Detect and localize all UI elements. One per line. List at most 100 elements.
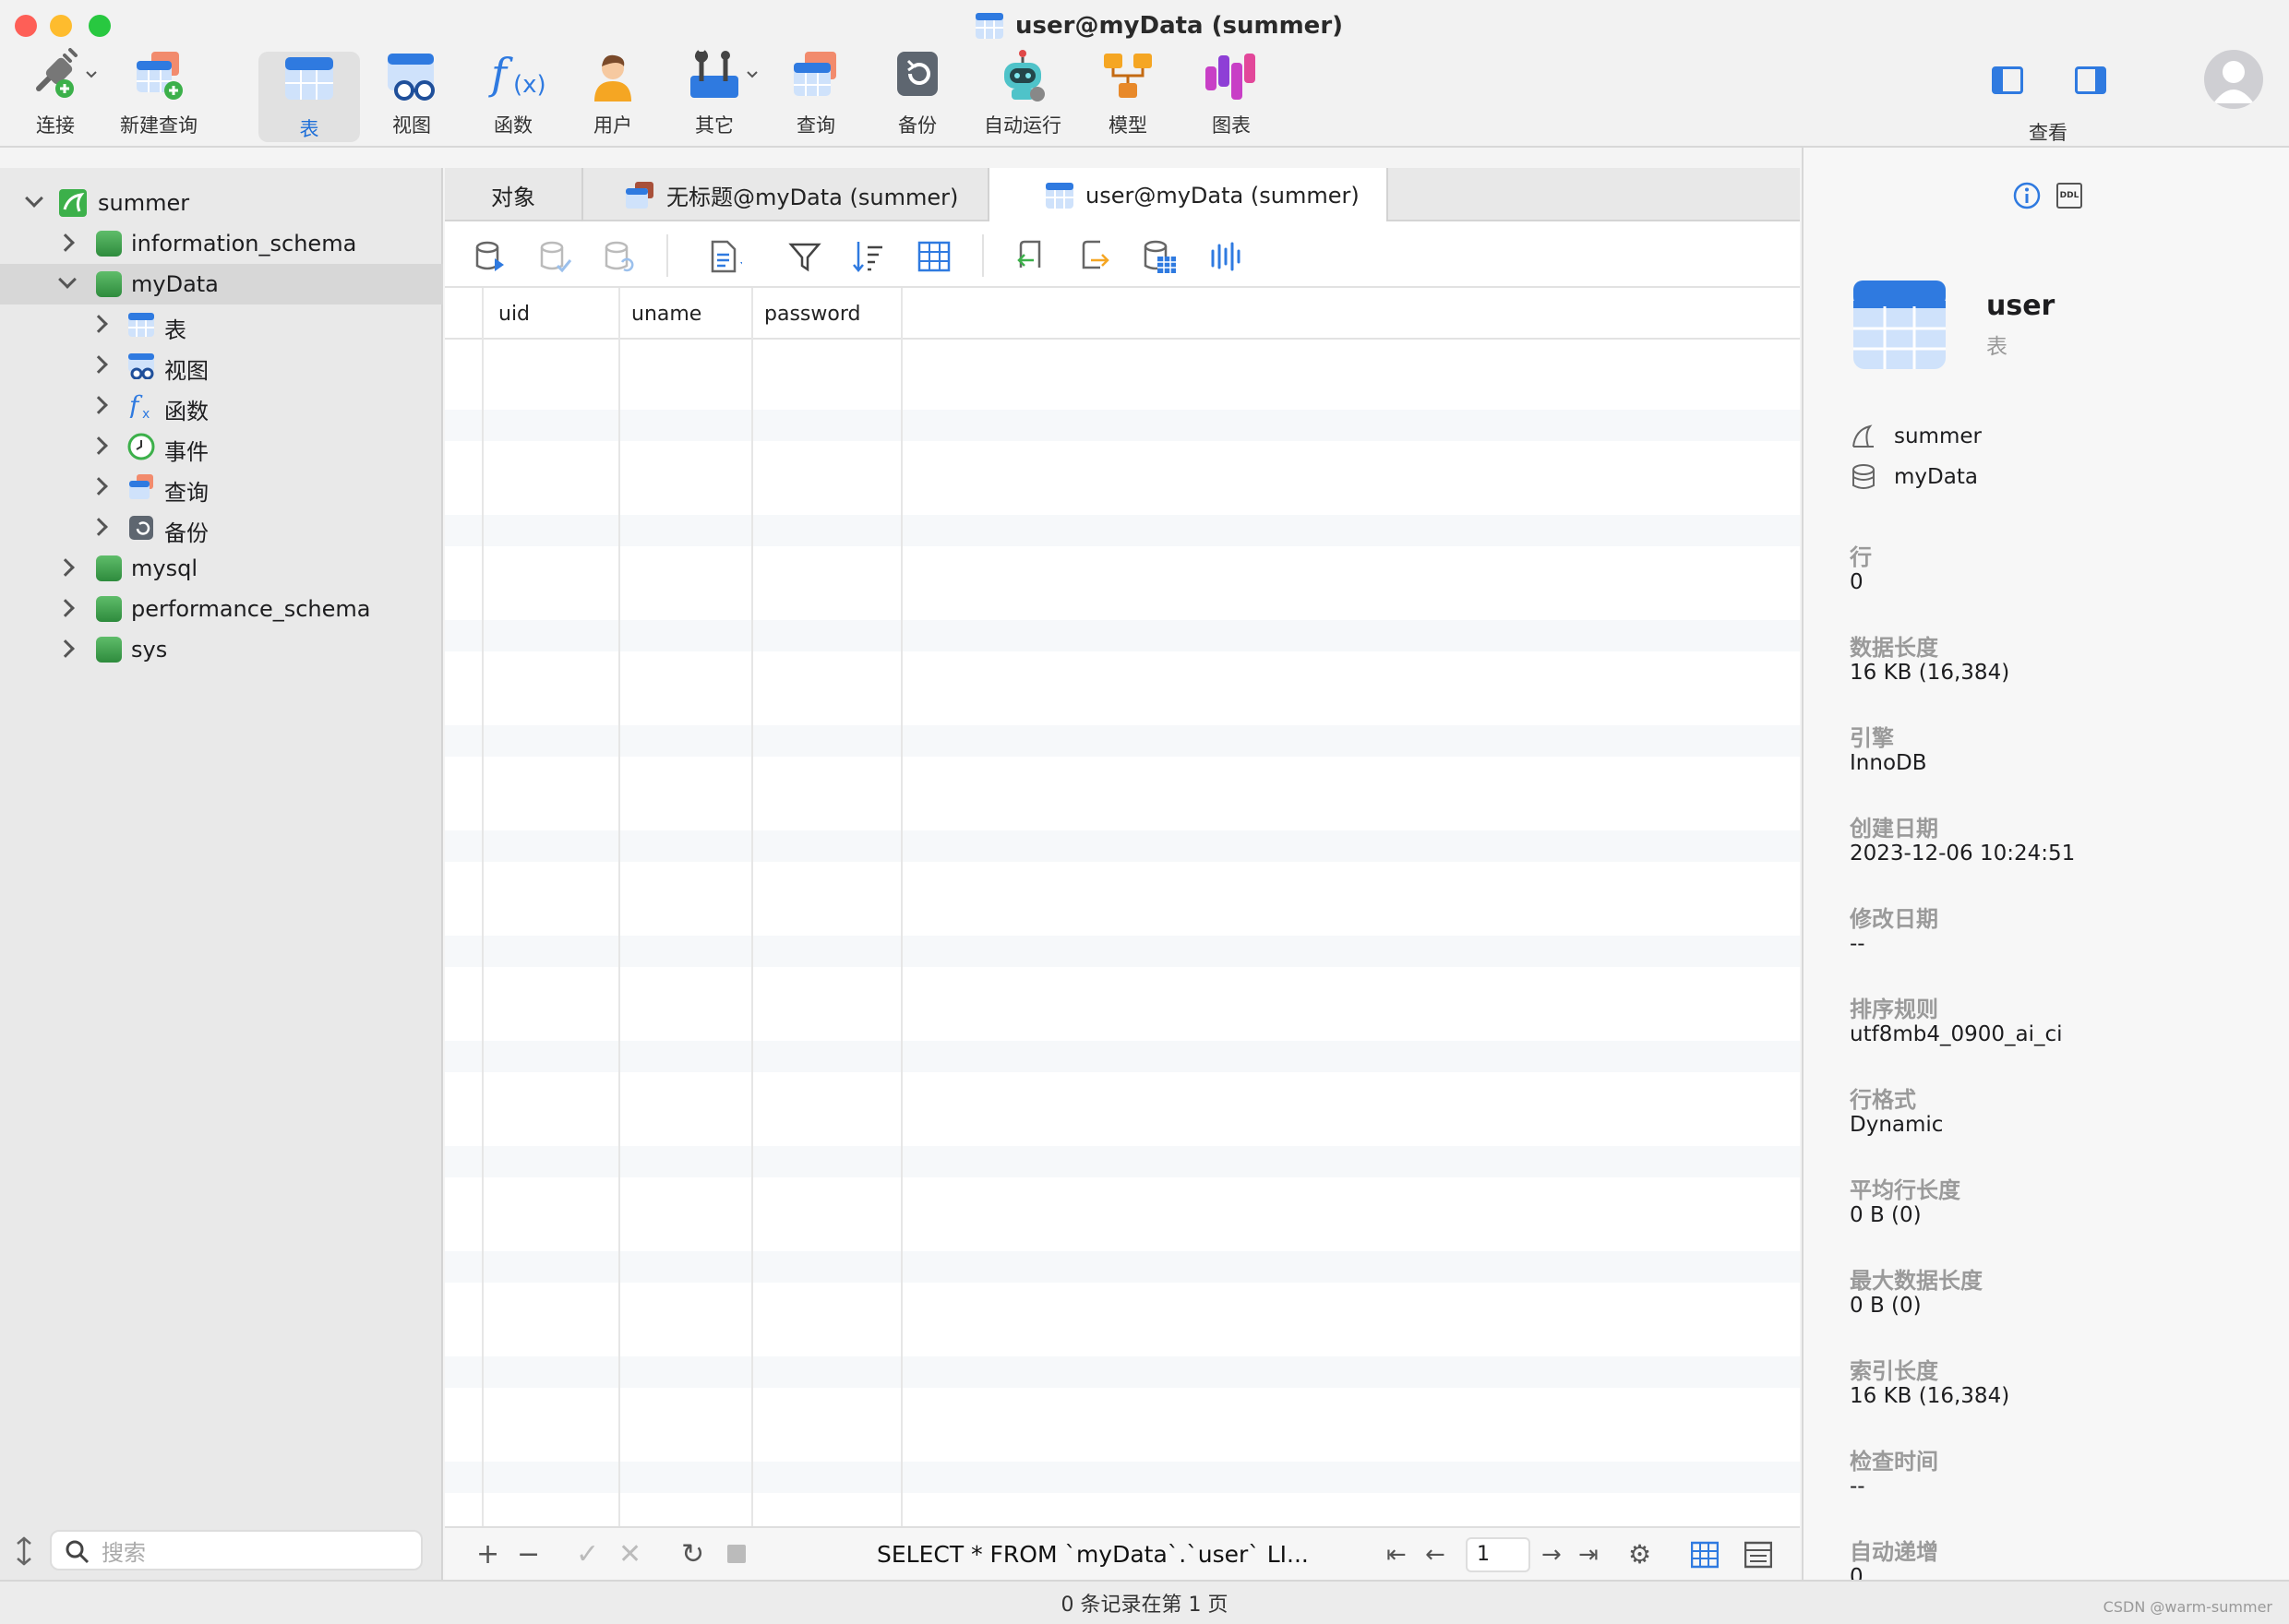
- import-icon[interactable]: [1013, 240, 1047, 273]
- chevron-right-icon[interactable]: [90, 477, 108, 496]
- stop-button[interactable]: [727, 1545, 746, 1563]
- form-view-icon[interactable]: [1744, 1541, 1772, 1569]
- ddl-icon[interactable]: DDL: [2056, 183, 2082, 209]
- chevron-right-icon[interactable]: [90, 355, 108, 374]
- avatar-person-icon: [2213, 61, 2254, 103]
- column-header-uid[interactable]: uid: [498, 288, 530, 340]
- info-avg-row-length-label: 平均行长度: [1850, 1177, 1960, 1203]
- chevron-right-icon[interactable]: [56, 233, 75, 252]
- avatar[interactable]: [2204, 50, 2263, 109]
- tree-item-queries[interactable]: 查询: [0, 467, 443, 508]
- tree-db-mysql[interactable]: mysql: [0, 548, 443, 589]
- sort-icon[interactable]: [851, 240, 884, 273]
- grid-view-icon[interactable]: [1691, 1541, 1719, 1569]
- toolbar-automation-button[interactable]: 自动运行: [977, 48, 1069, 144]
- zoom-window-button[interactable]: [89, 15, 111, 37]
- discard-changes-button[interactable]: ✕: [618, 1539, 641, 1570]
- tree-connection-summer[interactable]: summer: [0, 183, 443, 223]
- last-page-button[interactable]: ⇥: [1578, 1539, 1599, 1570]
- toggle-left-panel-icon[interactable]: [1992, 66, 2023, 94]
- table-icon: [128, 313, 154, 337]
- watermark: CSDN @warm-summer: [2103, 1598, 2272, 1616]
- row-stripe: [445, 1462, 1800, 1493]
- page-number-input[interactable]: 1: [1466, 1537, 1530, 1572]
- chart-waveform-icon[interactable]: [1209, 240, 1242, 273]
- tab-user-table[interactable]: user@myData (summer): [989, 168, 1388, 223]
- tree-db-sys[interactable]: sys: [0, 629, 443, 670]
- column-header-password[interactable]: password: [764, 288, 860, 340]
- tree-item-events[interactable]: 事件: [0, 426, 443, 467]
- tab-objects[interactable]: 对象: [445, 168, 583, 221]
- commit-icon[interactable]: [539, 240, 572, 273]
- gear-icon[interactable]: ⚙: [1628, 1539, 1651, 1570]
- column-divider: [618, 288, 620, 1526]
- info-connection: summer: [1894, 424, 1982, 448]
- object-type: 表: [1986, 335, 2007, 359]
- database-icon: [1852, 464, 1875, 489]
- begin-transaction-icon[interactable]: [474, 240, 508, 273]
- toolbar-function-button[interactable]: f (x) 函数: [467, 48, 559, 144]
- column-divider: [751, 288, 753, 1526]
- data-generator-icon[interactable]: [1143, 240, 1176, 273]
- tree-item-views[interactable]: 视图: [0, 345, 443, 386]
- tree-item-functions[interactable]: fx 函数: [0, 386, 443, 426]
- chevron-right-icon[interactable]: [56, 558, 75, 577]
- tree-db-mydata[interactable]: myData: [0, 264, 443, 304]
- grid-icon[interactable]: [917, 240, 951, 273]
- refresh-button[interactable]: ↻: [681, 1539, 704, 1570]
- toolbar-new-query-button[interactable]: 新建查询: [114, 48, 203, 144]
- first-page-button[interactable]: ⇤: [1386, 1539, 1407, 1570]
- info-icon[interactable]: [2012, 181, 2042, 210]
- toggle-right-panel-icon[interactable]: [2075, 66, 2106, 94]
- toolbar-model-button[interactable]: 模型: [1082, 48, 1174, 144]
- add-record-button[interactable]: +: [476, 1539, 499, 1570]
- chevron-down-icon[interactable]: [25, 189, 43, 208]
- tree-db-information-schema[interactable]: information_schema: [0, 223, 443, 264]
- view-label: 查看: [2029, 122, 2067, 144]
- row-stripe: [445, 830, 1800, 862]
- sql-preview[interactable]: SELECT * FROM `myData`.`user` LI...: [877, 1541, 1309, 1568]
- toolbar-other-button[interactable]: 其它: [668, 48, 761, 144]
- chevron-right-icon[interactable]: [56, 639, 75, 658]
- info-created-label: 创建日期: [1850, 816, 1938, 842]
- toolbar-user-button[interactable]: 用户: [567, 48, 659, 144]
- chevron-right-icon[interactable]: [56, 599, 75, 617]
- chevron-down-icon[interactable]: [58, 270, 77, 289]
- previous-page-button[interactable]: ←: [1425, 1539, 1445, 1570]
- filter-icon[interactable]: [788, 240, 821, 273]
- chevron-right-icon[interactable]: [90, 315, 108, 333]
- grid-bottom-bar: + − ✓ ✕ ↻ SELECT * FROM `myData`.`user` …: [445, 1526, 1800, 1580]
- database-icon: [96, 271, 122, 297]
- sidebar-search-input[interactable]: 搜索: [50, 1530, 423, 1570]
- delete-record-button[interactable]: −: [517, 1539, 540, 1570]
- info-created-value: 2023-12-06 10:24:51: [1850, 842, 2076, 866]
- tree-db-performance-schema[interactable]: performance_schema: [0, 589, 443, 629]
- apply-changes-button[interactable]: ✓: [576, 1539, 599, 1570]
- column-header-uname[interactable]: uname: [631, 288, 701, 340]
- row-stripe: [445, 1041, 1800, 1072]
- toolbar-chart-button[interactable]: 图表: [1185, 48, 1277, 144]
- toolbar-view-button[interactable]: 视图: [366, 48, 458, 144]
- toolbar-connect-button[interactable]: 连接: [9, 48, 102, 144]
- chevron-right-icon[interactable]: [90, 396, 108, 414]
- tree-item-backups[interactable]: 备份: [0, 508, 443, 548]
- text-view-icon[interactable]: [709, 240, 742, 273]
- close-window-button[interactable]: [15, 15, 37, 37]
- toolbar-backup-button[interactable]: 备份: [871, 48, 964, 144]
- column-divider: [901, 288, 903, 1526]
- toolbar-query-button[interactable]: 查询: [770, 48, 862, 144]
- next-page-button[interactable]: →: [1541, 1539, 1562, 1570]
- tab-untitled-query[interactable]: 无标题@myData (summer): [583, 168, 989, 221]
- tree-item-tables[interactable]: 表: [0, 304, 443, 345]
- svg-text:(x): (x): [513, 71, 546, 99]
- database-icon: [96, 231, 122, 257]
- row-stripe: [445, 1356, 1800, 1388]
- minimize-window-button[interactable]: [50, 15, 72, 37]
- function-icon: f (x): [485, 48, 546, 103]
- export-icon[interactable]: [1078, 240, 1111, 273]
- chevron-right-icon[interactable]: [90, 436, 108, 455]
- rollback-icon[interactable]: [604, 240, 637, 273]
- toolbar-table-button[interactable]: 表: [258, 52, 360, 142]
- chevron-right-icon[interactable]: [90, 518, 108, 536]
- filter-toggle-icon[interactable]: [13, 1535, 35, 1567]
